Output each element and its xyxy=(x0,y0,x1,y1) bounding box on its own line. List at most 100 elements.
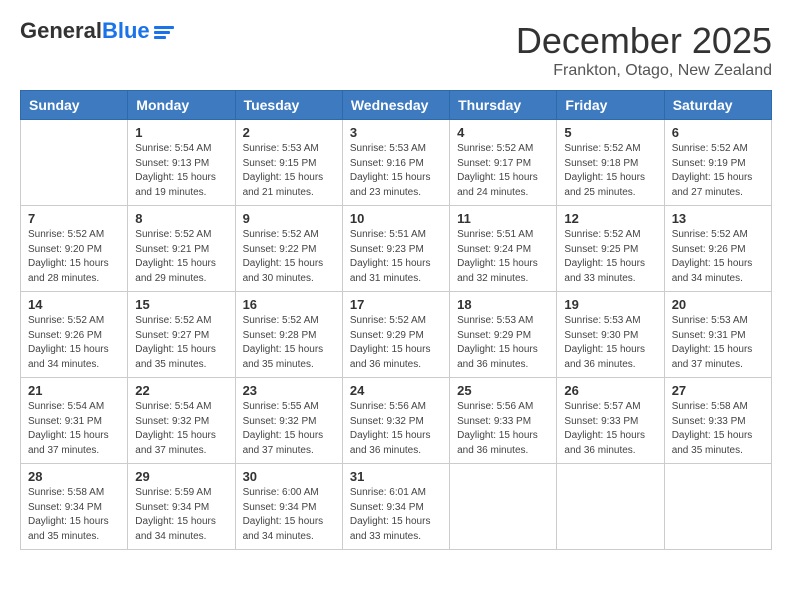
calendar-cell: 12 Sunrise: 5:52 AM Sunset: 9:25 PM Dayli… xyxy=(557,206,664,292)
day-info: Sunrise: 5:51 AM Sunset: 9:23 PM Dayligh… xyxy=(350,228,442,286)
calendar-cell: 18 Sunrise: 5:53 AM Sunset: 9:29 PM Dayli… xyxy=(450,292,557,378)
weekday-header-row: SundayMondayTuesdayWednesdayThursdayFrid… xyxy=(21,91,772,120)
calendar-week-row: 21 Sunrise: 5:54 AM Sunset: 9:31 PM Dayli… xyxy=(21,378,772,464)
day-info: Sunrise: 5:58 AM Sunset: 9:33 PM Dayligh… xyxy=(672,400,764,458)
calendar-cell: 22 Sunrise: 5:54 AM Sunset: 9:32 PM Dayli… xyxy=(128,378,235,464)
page-header: GeneralBlue December 2025 Frankton, Otag… xyxy=(20,20,772,80)
logo-icon xyxy=(154,25,174,40)
logo-general: General xyxy=(20,18,102,43)
day-info: Sunrise: 6:00 AM Sunset: 9:34 PM Dayligh… xyxy=(243,486,335,544)
weekday-header: Monday xyxy=(128,91,235,120)
day-number: 28 xyxy=(28,469,120,484)
weekday-header: Tuesday xyxy=(235,91,342,120)
calendar-cell: 5 Sunrise: 5:52 AM Sunset: 9:18 PM Daylig… xyxy=(557,120,664,206)
day-number: 12 xyxy=(564,211,656,226)
day-info: Sunrise: 5:59 AM Sunset: 9:34 PM Dayligh… xyxy=(135,486,227,544)
day-number: 17 xyxy=(350,297,442,312)
calendar-cell: 15 Sunrise: 5:52 AM Sunset: 9:27 PM Dayli… xyxy=(128,292,235,378)
calendar-cell: 7Sunrise: 5:52 AM Sunset: 9:20 PM Daylig… xyxy=(21,206,128,292)
calendar-cell: 13 Sunrise: 5:52 AM Sunset: 9:26 PM Dayli… xyxy=(664,206,771,292)
day-info: Sunrise: 5:54 AM Sunset: 9:13 PM Dayligh… xyxy=(135,142,227,200)
calendar-week-row: 14Sunrise: 5:52 AM Sunset: 9:26 PM Dayli… xyxy=(21,292,772,378)
day-info: Sunrise: 5:52 AM Sunset: 9:27 PM Dayligh… xyxy=(135,314,227,372)
day-number: 3 xyxy=(350,125,442,140)
calendar-cell: 27 Sunrise: 5:58 AM Sunset: 9:33 PM Dayli… xyxy=(664,378,771,464)
day-number: 23 xyxy=(243,383,335,398)
day-number: 29 xyxy=(135,469,227,484)
day-number: 20 xyxy=(672,297,764,312)
day-number: 9 xyxy=(243,211,335,226)
calendar-cell: 29 Sunrise: 5:59 AM Sunset: 9:34 PM Dayli… xyxy=(128,464,235,550)
calendar-cell xyxy=(664,464,771,550)
logo-blue: Blue xyxy=(102,18,150,43)
calendar-cell: 11 Sunrise: 5:51 AM Sunset: 9:24 PM Dayli… xyxy=(450,206,557,292)
day-info: Sunrise: 5:52 AM Sunset: 9:19 PM Dayligh… xyxy=(672,142,764,200)
weekday-header: Saturday xyxy=(664,91,771,120)
day-number: 19 xyxy=(564,297,656,312)
calendar-cell: 24Sunrise: 5:56 AM Sunset: 9:32 PM Dayli… xyxy=(342,378,449,464)
day-number: 31 xyxy=(350,469,442,484)
day-number: 25 xyxy=(457,383,549,398)
day-number: 7 xyxy=(28,211,120,226)
weekday-header: Friday xyxy=(557,91,664,120)
day-info: Sunrise: 5:53 AM Sunset: 9:30 PM Dayligh… xyxy=(564,314,656,372)
calendar-cell: 3 Sunrise: 5:53 AM Sunset: 9:16 PM Daylig… xyxy=(342,120,449,206)
calendar-cell: 25 Sunrise: 5:56 AM Sunset: 9:33 PM Dayli… xyxy=(450,378,557,464)
day-number: 16 xyxy=(243,297,335,312)
calendar-week-row: 1 Sunrise: 5:54 AM Sunset: 9:13 PM Daylig… xyxy=(21,120,772,206)
calendar-cell: 20 Sunrise: 5:53 AM Sunset: 9:31 PM Dayli… xyxy=(664,292,771,378)
day-number: 4 xyxy=(457,125,549,140)
day-number: 30 xyxy=(243,469,335,484)
calendar-week-row: 28Sunrise: 5:58 AM Sunset: 9:34 PM Dayli… xyxy=(21,464,772,550)
day-info: Sunrise: 5:52 AM Sunset: 9:25 PM Dayligh… xyxy=(564,228,656,286)
day-number: 8 xyxy=(135,211,227,226)
day-number: 18 xyxy=(457,297,549,312)
calendar-cell: 9Sunrise: 5:52 AM Sunset: 9:22 PM Daylig… xyxy=(235,206,342,292)
day-number: 27 xyxy=(672,383,764,398)
day-info: Sunrise: 5:52 AM Sunset: 9:29 PM Dayligh… xyxy=(350,314,442,372)
calendar-cell: 6 Sunrise: 5:52 AM Sunset: 9:19 PM Daylig… xyxy=(664,120,771,206)
day-number: 13 xyxy=(672,211,764,226)
weekday-header: Sunday xyxy=(21,91,128,120)
day-number: 22 xyxy=(135,383,227,398)
day-info: Sunrise: 5:53 AM Sunset: 9:29 PM Dayligh… xyxy=(457,314,549,372)
logo-text: GeneralBlue xyxy=(20,18,150,43)
title-block: December 2025 Frankton, Otago, New Zeala… xyxy=(516,20,772,80)
day-number: 6 xyxy=(672,125,764,140)
day-info: Sunrise: 5:54 AM Sunset: 9:32 PM Dayligh… xyxy=(135,400,227,458)
calendar-cell: 28Sunrise: 5:58 AM Sunset: 9:34 PM Dayli… xyxy=(21,464,128,550)
calendar-cell: 2 Sunrise: 5:53 AM Sunset: 9:15 PM Daylig… xyxy=(235,120,342,206)
day-info: Sunrise: 5:56 AM Sunset: 9:33 PM Dayligh… xyxy=(457,400,549,458)
calendar-cell: 10Sunrise: 5:51 AM Sunset: 9:23 PM Dayli… xyxy=(342,206,449,292)
day-info: Sunrise: 5:52 AM Sunset: 9:17 PM Dayligh… xyxy=(457,142,549,200)
calendar-cell: 16Sunrise: 5:52 AM Sunset: 9:28 PM Dayli… xyxy=(235,292,342,378)
day-info: Sunrise: 5:53 AM Sunset: 9:15 PM Dayligh… xyxy=(243,142,335,200)
day-number: 1 xyxy=(135,125,227,140)
day-number: 21 xyxy=(28,383,120,398)
calendar-cell: 4 Sunrise: 5:52 AM Sunset: 9:17 PM Daylig… xyxy=(450,120,557,206)
day-info: Sunrise: 5:52 AM Sunset: 9:26 PM Dayligh… xyxy=(672,228,764,286)
calendar-cell: 23Sunrise: 5:55 AM Sunset: 9:32 PM Dayli… xyxy=(235,378,342,464)
month-title: December 2025 xyxy=(516,20,772,62)
day-info: Sunrise: 5:52 AM Sunset: 9:21 PM Dayligh… xyxy=(135,228,227,286)
calendar-cell: 21 Sunrise: 5:54 AM Sunset: 9:31 PM Dayli… xyxy=(21,378,128,464)
day-number: 15 xyxy=(135,297,227,312)
calendar-cell: 26Sunrise: 5:57 AM Sunset: 9:33 PM Dayli… xyxy=(557,378,664,464)
day-number: 5 xyxy=(564,125,656,140)
calendar-table: SundayMondayTuesdayWednesdayThursdayFrid… xyxy=(20,90,772,550)
day-info: Sunrise: 5:53 AM Sunset: 9:16 PM Dayligh… xyxy=(350,142,442,200)
day-number: 26 xyxy=(564,383,656,398)
location: Frankton, Otago, New Zealand xyxy=(516,62,772,80)
day-number: 2 xyxy=(243,125,335,140)
calendar-cell xyxy=(450,464,557,550)
day-number: 11 xyxy=(457,211,549,226)
day-info: Sunrise: 6:01 AM Sunset: 9:34 PM Dayligh… xyxy=(350,486,442,544)
day-info: Sunrise: 5:51 AM Sunset: 9:24 PM Dayligh… xyxy=(457,228,549,286)
day-info: Sunrise: 5:53 AM Sunset: 9:31 PM Dayligh… xyxy=(672,314,764,372)
weekday-header: Wednesday xyxy=(342,91,449,120)
day-info: Sunrise: 5:54 AM Sunset: 9:31 PM Dayligh… xyxy=(28,400,120,458)
calendar-cell: 31 Sunrise: 6:01 AM Sunset: 9:34 PM Dayli… xyxy=(342,464,449,550)
day-info: Sunrise: 5:52 AM Sunset: 9:26 PM Dayligh… xyxy=(28,314,120,372)
calendar-cell xyxy=(21,120,128,206)
day-info: Sunrise: 5:52 AM Sunset: 9:18 PM Dayligh… xyxy=(564,142,656,200)
